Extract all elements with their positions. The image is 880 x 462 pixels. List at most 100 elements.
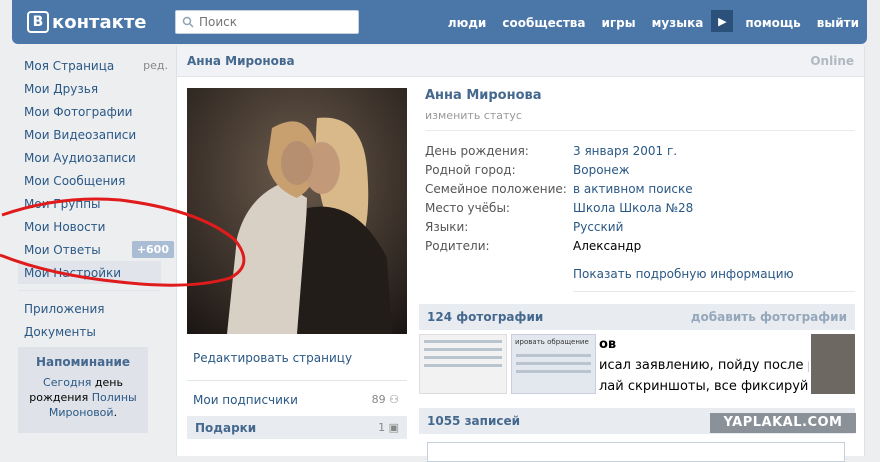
- sidebar-menu: Моя Страница ред. Мои Друзья Мои Фотограф…: [18, 54, 174, 343]
- nav-people[interactable]: люди: [448, 16, 487, 30]
- sidebar-item-settings[interactable]: Мои Настройки: [18, 261, 161, 284]
- play-icon[interactable]: ▶: [711, 10, 734, 32]
- info-row-birthday: День рождения: 3 января 2001 г.: [425, 141, 855, 160]
- sidebar-item-label: Мои Ответы: [24, 242, 101, 257]
- new-post-input[interactable]: [427, 442, 845, 462]
- sidebar-item-news[interactable]: Мои Новости: [24, 215, 174, 238]
- info-label: Родители:: [425, 238, 490, 253]
- sidebar-item-documents[interactable]: Документы: [24, 320, 174, 343]
- sidebar-item-videos[interactable]: Мои Видеозаписи: [24, 123, 174, 146]
- photo-thumb[interactable]: ировать обращение: [511, 334, 596, 394]
- people-icon: ⚇: [389, 393, 399, 406]
- info-row-education: Место учёбы: Школа Школа №28: [425, 198, 855, 217]
- sidebar-item-label: Мои Сообщения: [24, 173, 126, 188]
- top-nav: люди сообщества игры музыка ▶ помощь вый…: [440, 10, 867, 32]
- profile-info: Анна Миронова изменить статус День рожде…: [425, 88, 855, 292]
- reminder-today-link[interactable]: Сегодня: [43, 376, 91, 389]
- reminder-text: Сегодня день рождения Полины Мироновой.: [24, 375, 142, 420]
- info-value[interactable]: Воронеж: [573, 163, 630, 177]
- profile-header-name: Анна Миронова: [187, 54, 295, 68]
- change-status-link[interactable]: изменить статус: [425, 109, 855, 131]
- top-bar: В контакте люди сообщества игры музыка ▶…: [0, 0, 880, 44]
- info-label: День рождения:: [425, 143, 529, 158]
- show-more-link[interactable]: Показать подробную информацию: [573, 267, 855, 292]
- info-value[interactable]: Школа Школа №28: [573, 201, 693, 215]
- add-photos-link[interactable]: добавить фотографии: [691, 310, 847, 324]
- sidebar-item-photos[interactable]: Мои Фотографии: [24, 100, 174, 123]
- info-value: Александр: [573, 238, 642, 253]
- online-status: Online: [810, 54, 854, 68]
- answers-count-badge: +600: [131, 241, 174, 258]
- sidebar-item-label: Мои Видеозаписи: [24, 127, 137, 142]
- profile-main: Анна Миронова Online Редактировать стран…: [176, 46, 865, 462]
- edit-link[interactable]: ред.: [143, 59, 168, 72]
- info-value[interactable]: Русский: [573, 220, 623, 234]
- sidebar-item-audio[interactable]: Мои Аудиозаписи: [24, 146, 174, 169]
- sidebar-item-label: Моя Страница: [24, 58, 115, 73]
- info-label: Семейное положение:: [425, 181, 567, 196]
- subscribers-row[interactable]: Мои подписчики 89 ⚇: [187, 380, 407, 414]
- nav-games[interactable]: игры: [602, 16, 636, 30]
- info-value[interactable]: 3 января 2001 г.: [573, 144, 677, 158]
- nav-communities[interactable]: сообщества: [502, 16, 585, 30]
- subscribers-label: Мои подписчики: [193, 393, 298, 407]
- nav-logout[interactable]: выйти: [817, 16, 859, 30]
- profile-header: Анна Миронова Online: [177, 46, 864, 77]
- info-row-languages: Языки: Русский: [425, 217, 855, 236]
- thumb-text: исал заявлению, пойду после ра: [599, 358, 809, 373]
- header-bar: В контакте люди сообщества игры музыка ▶…: [12, 0, 867, 44]
- gifts-label: Подарки: [195, 420, 257, 435]
- sidebar-item-answers[interactable]: Мои Ответы +600: [24, 238, 174, 261]
- menu-divider: [18, 290, 161, 291]
- info-label: Место учёбы:: [425, 200, 510, 215]
- subscribers-count: 89 ⚇: [371, 393, 399, 406]
- nav-music[interactable]: музыка: [652, 16, 704, 30]
- photo-thumb[interactable]: ов исал заявлению, пойду после ра лай ск…: [599, 334, 809, 394]
- sidebar-item-label: Документы: [24, 324, 96, 339]
- posts-title: 1055 записей: [427, 414, 521, 428]
- avatar-image: [187, 88, 407, 334]
- birthday-reminder: Напоминание Сегодня день рождения Полины…: [18, 347, 148, 433]
- sidebar-item-label: Мои Аудиозаписи: [24, 150, 136, 165]
- vk-logo-icon: В: [27, 11, 49, 33]
- info-table: День рождения: 3 января 2001 г. Родной го…: [425, 141, 855, 255]
- sidebar-item-my-page[interactable]: Моя Страница ред.: [24, 54, 174, 77]
- info-value[interactable]: в активном поиске: [573, 182, 693, 196]
- photos-header[interactable]: 124 фотографии добавить фотографии: [419, 304, 855, 330]
- search-box[interactable]: [175, 10, 359, 34]
- photo-thumb[interactable]: [419, 334, 507, 394]
- sidebar-item-label: Мои Группы: [24, 196, 101, 211]
- sidebar-item-friends[interactable]: Мои Друзья: [24, 77, 174, 100]
- sidebar-item-label: Мои Друзья: [24, 81, 99, 96]
- info-row-parents: Родители: Александр: [425, 236, 855, 255]
- photo-thumbnails: ировать обращение ов исал заявлению, пой…: [419, 334, 855, 394]
- thumb-text: ов: [599, 337, 617, 352]
- reminder-suffix: .: [113, 406, 118, 419]
- info-row-relationship: Семейное положение: в активном поиске: [425, 179, 855, 198]
- info-row-hometown: Родной город: Воронеж: [425, 160, 855, 179]
- vk-logo[interactable]: В контакте: [27, 10, 146, 34]
- logo-text: контакте: [52, 11, 147, 33]
- sidebar-item-groups[interactable]: Мои Группы: [24, 192, 174, 215]
- sidebar-item-label: Мои Фотографии: [24, 104, 133, 119]
- info-label: Языки:: [425, 219, 469, 234]
- sidebar-item-label: Приложения: [24, 301, 105, 316]
- photos-title: 124 фотографии: [427, 310, 544, 324]
- sidebar-item-label: Мои Новости: [24, 219, 106, 234]
- watermark: YAPLAKAL.COM: [710, 413, 856, 433]
- info-label: Родной город:: [425, 162, 516, 177]
- profile-avatar[interactable]: [187, 88, 407, 334]
- sidebar-item-apps[interactable]: Приложения: [24, 297, 174, 320]
- sidebar-item-label: Мои Настройки: [24, 265, 122, 280]
- gift-icon: ▣: [388, 421, 399, 434]
- gifts-header[interactable]: Подарки 1 ▣: [187, 416, 407, 439]
- nav-help[interactable]: помощь: [745, 16, 800, 30]
- search-icon: [182, 16, 194, 28]
- sidebar-item-messages[interactable]: Мои Сообщения: [24, 169, 174, 192]
- reminder-title: Напоминание: [35, 355, 131, 369]
- edit-page-link[interactable]: Редактировать страницу: [187, 348, 407, 368]
- gifts-count: 1 ▣: [378, 421, 399, 434]
- thumb-text: лай скриншоты, все фиксируй: [599, 379, 809, 394]
- photo-thumb[interactable]: [811, 334, 855, 394]
- search-input[interactable]: [199, 15, 349, 29]
